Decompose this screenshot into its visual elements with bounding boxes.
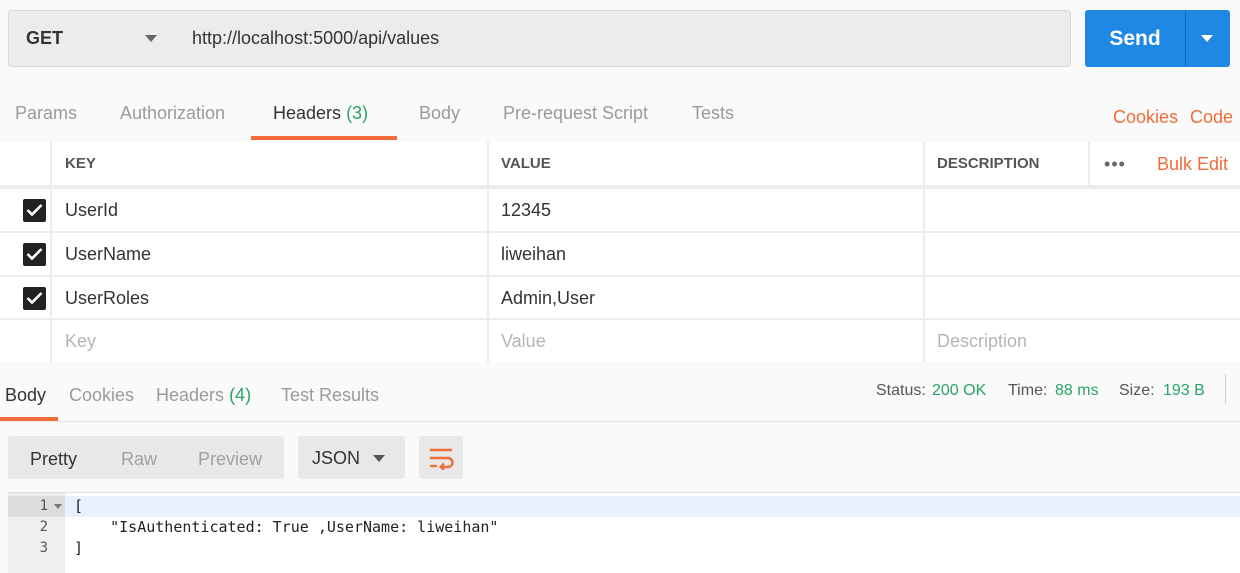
table-row: UserRoles Admin,User (0, 275, 1240, 319)
tab-headers-label: Headers (273, 103, 342, 123)
row-check-cell (0, 189, 52, 231)
header-value-cell[interactable]: 12345 (489, 189, 925, 231)
column-header-value: VALUE (489, 142, 925, 185)
tab-response-headers[interactable]: Headers (4) (156, 385, 251, 406)
response-body-editor[interactable]: 1 2 3 [ "IsAuthenticated: True ,UserName… (8, 492, 1240, 573)
check-icon (26, 204, 43, 217)
headers-table: KEY VALUE DESCRIPTION ••• Bulk Edit User… (0, 142, 1240, 362)
view-preview-button[interactable]: Preview (198, 449, 262, 470)
time-label: Time: (1008, 382, 1048, 399)
header-description-cell[interactable] (925, 189, 1240, 231)
header-key-cell[interactable]: UserName (52, 233, 489, 275)
language-label: JSON (312, 448, 361, 468)
view-pretty-button[interactable]: Pretty (30, 449, 77, 470)
table-header-row: KEY VALUE DESCRIPTION ••• Bulk Edit (0, 142, 1240, 187)
size-value[interactable]: 193 B (1163, 382, 1205, 400)
request-bar: GET http://localhost:5000/api/values Sen… (0, 0, 1240, 82)
code-line: [ (74, 497, 84, 515)
new-key-input[interactable]: Key (52, 320, 489, 362)
tab-response-cookies[interactable]: Cookies (69, 385, 134, 406)
active-response-tab-indicator (0, 417, 58, 421)
status-value: 200 OK (932, 382, 987, 399)
tab-headers-count: (3) (346, 103, 369, 123)
row-check-cell (0, 277, 52, 319)
view-mode-group: Pretty Raw Preview (8, 436, 284, 479)
wrap-lines-icon (430, 448, 454, 470)
code-line: ] (74, 539, 84, 557)
header-value-cell[interactable]: liweihan (489, 233, 925, 275)
tab-response-headers-label: Headers (156, 385, 225, 405)
bulk-edit-link[interactable]: Bulk Edit (1157, 154, 1228, 175)
chevron-down-icon (373, 455, 385, 462)
active-line-highlight (65, 496, 1240, 517)
tab-body[interactable]: Body (419, 103, 460, 124)
table-row-new: Key Value Description (0, 318, 1240, 362)
format-toolbar: Pretty Raw Preview JSON (0, 422, 1240, 492)
checkbox-checked[interactable] (23, 243, 46, 266)
view-raw-button[interactable]: Raw (121, 449, 157, 470)
row-check-cell (0, 320, 52, 362)
tab-response-body[interactable]: Body (5, 385, 46, 406)
send-button[interactable]: Send (1085, 10, 1230, 67)
check-icon (26, 292, 43, 305)
send-options-chevron-icon[interactable] (1201, 35, 1213, 42)
status-divider (1225, 374, 1226, 404)
tab-test-results[interactable]: Test Results (281, 385, 379, 406)
status-label: Status: (876, 382, 926, 399)
line-number: 1 (39, 498, 48, 514)
new-description-input[interactable]: Description (925, 320, 1240, 362)
chevron-down-icon (145, 35, 157, 42)
wrap-lines-button[interactable] (419, 436, 463, 479)
header-description-cell[interactable] (925, 277, 1240, 319)
table-row: UserId 12345 (0, 187, 1240, 231)
tab-response-headers-count: (4) (229, 385, 252, 405)
send-divider (1185, 10, 1186, 67)
response-tabs: Body Cookies Headers (4) Test Results St… (0, 362, 1240, 422)
fold-caret-icon[interactable] (54, 504, 62, 509)
time-value[interactable]: 88 ms (1055, 382, 1099, 400)
code-line-string: "IsAuthenticated: True ,UserName: liweih… (74, 518, 499, 536)
header-key-cell[interactable]: UserId (52, 189, 489, 231)
row-check-cell (0, 233, 52, 275)
column-header-key: KEY (52, 142, 489, 185)
active-tab-indicator (251, 136, 397, 140)
code-link[interactable]: Code (1190, 107, 1233, 128)
header-check-cell (0, 142, 52, 185)
tab-headers[interactable]: Headers (3) (273, 103, 368, 124)
size-label: Size: (1119, 382, 1155, 399)
header-key-cell[interactable]: UserRoles (52, 277, 489, 319)
language-select[interactable]: JSON (298, 436, 405, 479)
request-tabs: Params Authorization Headers (3) Body Pr… (0, 95, 1240, 141)
url-input[interactable]: http://localhost:5000/api/values (177, 10, 1071, 67)
line-number: 3 (39, 540, 48, 556)
cookies-link[interactable]: Cookies (1113, 107, 1178, 128)
header-description-cell[interactable] (925, 233, 1240, 275)
method-select[interactable]: GET (8, 10, 178, 67)
checkbox-checked[interactable] (23, 287, 46, 310)
url-text: http://localhost:5000/api/values (192, 28, 440, 48)
new-value-input[interactable]: Value (489, 320, 925, 362)
check-icon (26, 248, 43, 261)
more-horizontal-icon[interactable]: ••• (1088, 142, 1140, 187)
tab-authorization[interactable]: Authorization (120, 103, 225, 124)
header-value-cell[interactable]: Admin,User (489, 277, 925, 319)
send-label: Send (1109, 26, 1161, 50)
method-label: GET (26, 28, 64, 48)
checkbox-checked[interactable] (23, 199, 46, 222)
tab-prerequest-script[interactable]: Pre-request Script (503, 103, 648, 124)
table-row: UserName liweihan (0, 231, 1240, 275)
tab-params[interactable]: Params (15, 103, 77, 124)
line-number: 2 (39, 519, 48, 535)
tab-tests[interactable]: Tests (692, 103, 734, 124)
